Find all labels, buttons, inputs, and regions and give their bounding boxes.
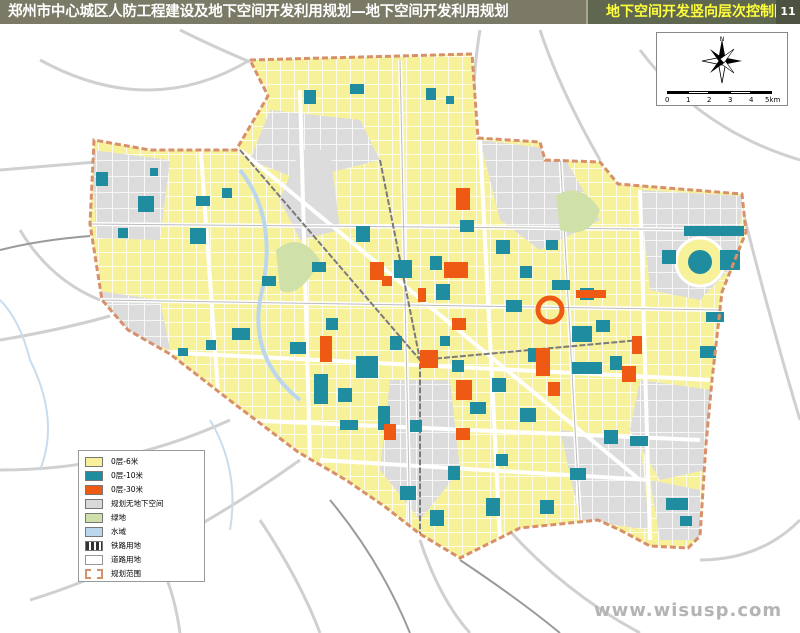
legend-swatch-boundary: [85, 569, 103, 579]
legend-label: 绿地: [111, 513, 126, 522]
scale-bar: [667, 91, 772, 95]
legend-label: 道路用地: [111, 555, 141, 564]
watermark: www.wisusp.com: [594, 600, 783, 621]
legend-item: 铁路用地: [85, 539, 205, 552]
scale-label: 0: [665, 96, 670, 104]
legend-item: 绿地: [85, 511, 205, 524]
scale-label: 4: [749, 96, 754, 104]
scale-label: 2: [707, 96, 712, 104]
scale-label: 1: [686, 96, 691, 104]
legend-swatch-road: [85, 555, 103, 565]
legend-item: 0层-6米: [85, 455, 205, 468]
legend-swatch-rail: [85, 541, 103, 551]
legend-item: 0层-30米: [85, 483, 205, 496]
legend-label: 0层-6米: [111, 457, 139, 466]
legend-swatch-green: [85, 513, 103, 523]
legend-label: 0层-10米: [111, 471, 144, 480]
map-subtitle: 地下空间开发竖向层次控制图: [606, 4, 788, 20]
legend-swatch-gray: [85, 499, 103, 509]
legend-label: 规划无地下空间: [111, 499, 164, 508]
legend-item: 规划范围: [85, 567, 205, 580]
north-label: N: [720, 36, 725, 43]
map-title: 郑州市中心城区人防工程建设及地下空间开发利用规划—地下空间开发利用规划: [8, 4, 509, 20]
legend-item: 0层-10米: [85, 469, 205, 482]
legend-label: 水域: [111, 527, 126, 536]
north-arrow-panel: N 0 1 2 3 4 5km: [656, 32, 788, 106]
scale-label: 5km: [765, 96, 781, 104]
legend-label: 0层-30米: [111, 485, 144, 494]
legend-swatch-water: [85, 527, 103, 537]
legend-item: 规划无地下空间: [85, 497, 205, 510]
scale-label: 3: [728, 96, 733, 104]
page-number: 11: [776, 0, 800, 24]
legend-swatch-orange: [85, 485, 103, 495]
legend-item: 道路用地: [85, 553, 205, 566]
legend-swatch-teal: [85, 471, 103, 481]
subtitle-panel: 地下空间开发竖向层次控制图: [586, 0, 788, 24]
legend-swatch-yellow: [85, 457, 103, 467]
map-legend: 0层-6米 0层-10米 0层-30米 规划无地下空间 绿地 水域 铁路用地 道…: [78, 450, 205, 582]
legend-label: 铁路用地: [111, 541, 141, 550]
compass-rose-icon: N: [701, 36, 742, 84]
legend-item: 水域: [85, 525, 205, 538]
legend-label: 规划范围: [111, 569, 141, 578]
title-bar: 郑州市中心城区人防工程建设及地下空间开发利用规划—地下空间开发利用规划 地下空间…: [0, 0, 800, 24]
